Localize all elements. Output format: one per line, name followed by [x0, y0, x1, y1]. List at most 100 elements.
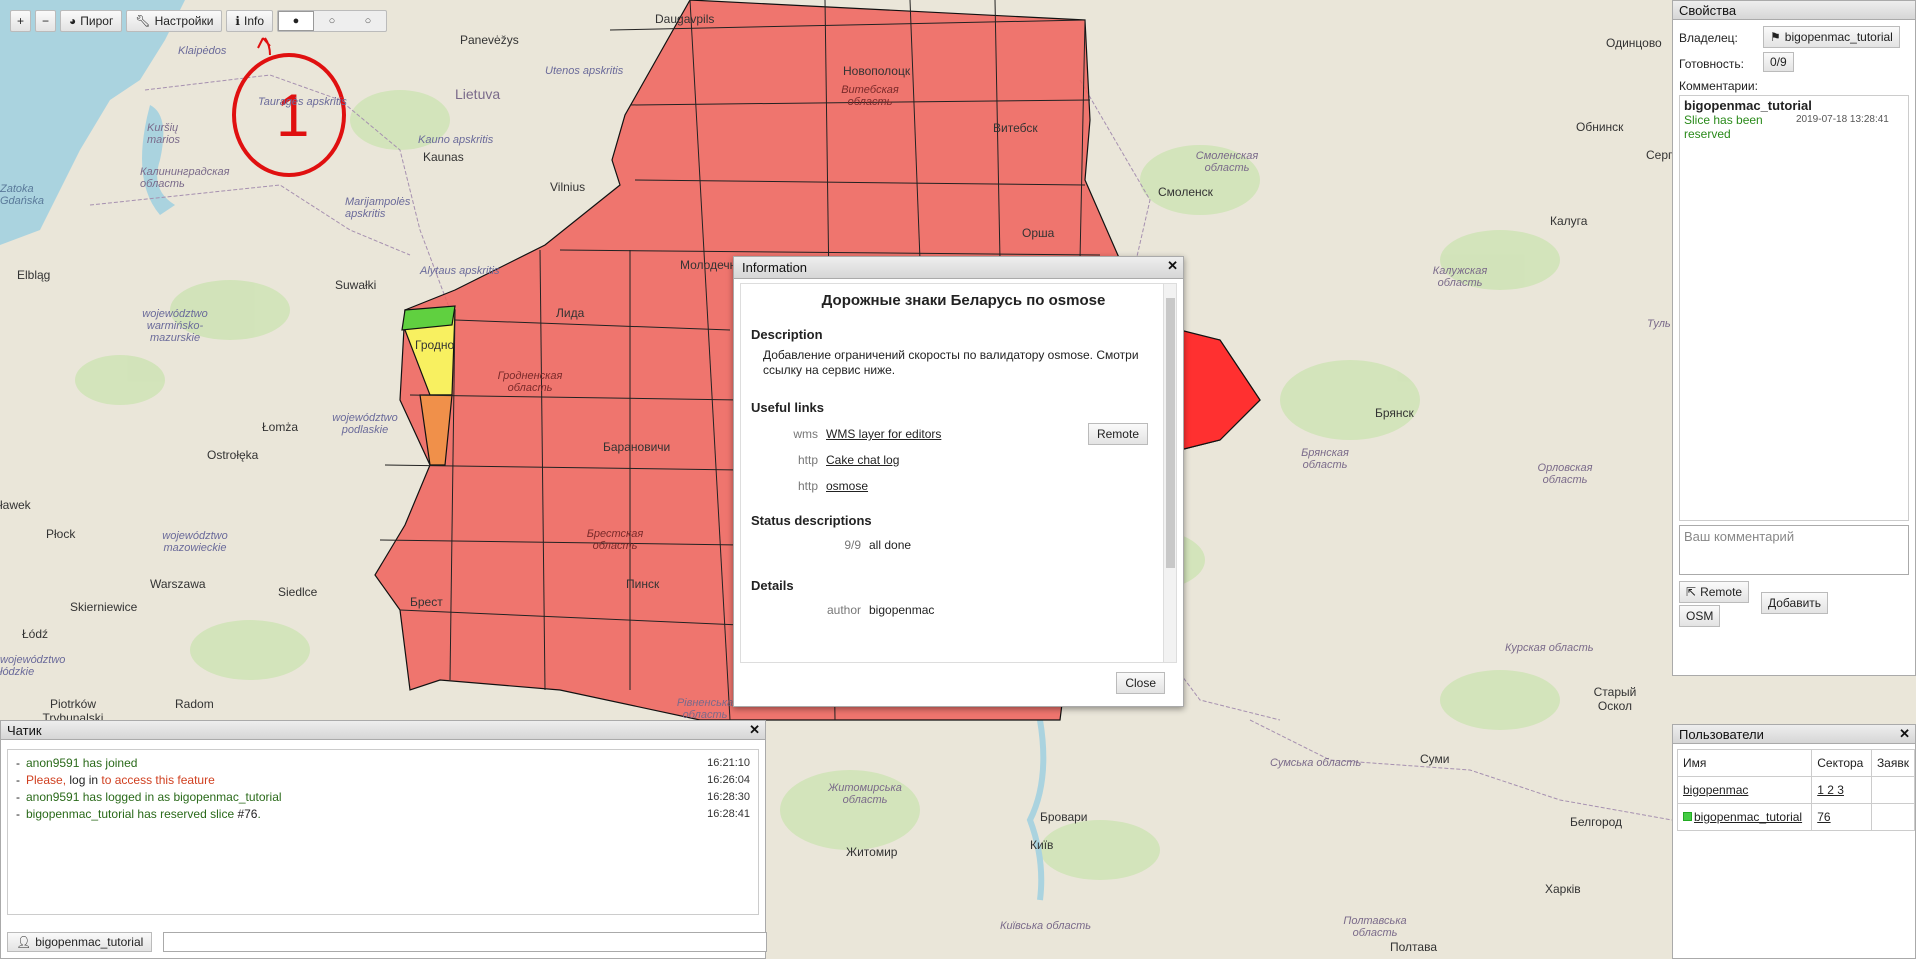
status-heading: Status descriptions: [751, 513, 872, 528]
map-label: Обнинск: [1576, 120, 1624, 134]
map-label: Калуга: [1550, 214, 1588, 228]
map-label: Łódź: [22, 627, 49, 641]
chat-log: - anon9591 has joined 16:21:10 - Please,…: [7, 749, 759, 915]
settings-button[interactable]: 🔧︎ Настройки: [126, 10, 223, 32]
map-label: Гродно: [415, 338, 455, 352]
chat-log-link[interactable]: Cake chat log: [826, 453, 899, 467]
user-link[interactable]: bigopenmac_tutorial: [1694, 810, 1802, 824]
zoom-out-button[interactable]: −: [35, 10, 57, 32]
link-row: wms WMS layer for editors Remote: [751, 421, 1176, 447]
column-header[interactable]: Сектора: [1811, 749, 1872, 777]
map-label: Витебская область: [841, 84, 899, 108]
remote-button[interactable]: ⇱ Remote: [1679, 581, 1750, 603]
dialog-scrollbar[interactable]: [1163, 284, 1176, 662]
remote-icon: ⇱: [1686, 585, 1697, 599]
link-protocol: wms: [793, 427, 818, 441]
login-link[interactable]: log in: [69, 773, 98, 787]
mode-option[interactable]: ○: [350, 11, 386, 31]
sectors-link[interactable]: 76: [1817, 810, 1830, 824]
chat-user-button[interactable]: 👤︎ bigopenmac_tutorial: [7, 932, 153, 952]
close-icon[interactable]: ✕: [1167, 258, 1178, 274]
progress-value: 0/9: [1763, 52, 1794, 72]
map-label: Брянская область: [1301, 447, 1349, 471]
progress-label: Готовность:: [1679, 57, 1744, 71]
mode-option[interactable]: ○: [314, 11, 350, 31]
dialog-body: Дорожные знаки Беларусь по osmose Descri…: [740, 283, 1177, 663]
users-table: Имя Сектора Заявк bigopenmac 1 2 3 bigop…: [1676, 749, 1916, 831]
details-heading: Details: [751, 578, 794, 593]
information-dialog: Information ✕ Дорожные знаки Беларусь по…: [733, 256, 1184, 707]
user-link[interactable]: bigopenmac: [1683, 783, 1748, 797]
map-label: województwo łódzkie: [0, 654, 66, 678]
chat-text: bigopenmac_tutorial has reserved slice #…: [26, 806, 261, 821]
map-label: Пинск: [626, 577, 660, 591]
sectors-link[interactable]: 1 2 3: [1817, 783, 1844, 797]
column-header[interactable]: Имя: [1676, 749, 1813, 777]
close-icon[interactable]: ✕: [749, 722, 760, 738]
chat-text: anon9591 has logged in as bigopenmac_tut…: [26, 789, 282, 804]
map-label: Alytaus apskritis: [420, 265, 500, 277]
link-row: http Cake chat log: [751, 447, 1176, 473]
map-label: Гродненская область: [497, 370, 563, 394]
chat-user-label: bigopenmac_tutorial: [35, 935, 144, 949]
info-button[interactable]: ℹ Info: [226, 10, 273, 32]
owner-button[interactable]: ⚑ bigopenmac_tutorial: [1763, 26, 1900, 48]
add-comment-button[interactable]: Добавить: [1761, 592, 1829, 614]
users-title: Пользователи: [1679, 727, 1764, 742]
map-label: Барановичи: [603, 440, 671, 454]
table-row: bigopenmac_tutorial 76: [1676, 803, 1916, 831]
close-button[interactable]: Close: [1116, 672, 1165, 694]
chat-timestamp: 16:28:41: [707, 807, 750, 820]
map-label: Kaunas: [423, 150, 464, 164]
user-icon: 👤︎: [16, 935, 32, 949]
map-label: Житомирська область: [828, 782, 902, 806]
close-icon[interactable]: ✕: [1899, 726, 1910, 742]
mode-selector: ● ○ ○: [277, 10, 387, 32]
comment-text: Slice has been reserved: [1684, 113, 1763, 141]
map-label: Vilnius: [550, 180, 586, 194]
owner-label: Владелец:: [1679, 31, 1738, 45]
map-label: Marijampolės apskritis: [345, 196, 411, 220]
description-heading: Description: [751, 327, 823, 342]
users-header[interactable]: Пользователи ✕: [1673, 725, 1915, 744]
map-label: województwo warmińsko-mazurskie: [142, 308, 208, 344]
details-key: author: [826, 603, 861, 617]
chat-header[interactable]: Чатик ✕: [1, 721, 765, 740]
column-header[interactable]: Заявк: [1870, 749, 1916, 777]
chat-text: anon9591 has joined: [26, 755, 138, 770]
map-label: Житомир: [846, 845, 898, 859]
map-label: Белгород: [1570, 815, 1623, 829]
map-label: Калужская область: [1432, 265, 1488, 289]
map-label: Ostrołęka: [207, 448, 259, 462]
map-label: Kauno apskritis: [418, 134, 494, 146]
zoom-in-button[interactable]: +: [10, 10, 32, 32]
map-label: Туль: [1647, 318, 1671, 330]
comment-author: bigopenmac_tutorial: [1684, 98, 1812, 113]
remote-button[interactable]: Remote: [1087, 423, 1148, 445]
map-label: województwo mazowieckie: [162, 530, 228, 554]
mode-option[interactable]: ●: [278, 11, 314, 31]
map-label: Suwałki: [335, 278, 377, 292]
chat-title: Чатик: [7, 723, 42, 738]
slice-link[interactable]: #76: [237, 807, 257, 821]
properties-title: Свойства: [1679, 3, 1737, 18]
pie-button[interactable]: ◕ Пирог: [60, 10, 123, 32]
osm-button[interactable]: OSM: [1679, 605, 1721, 627]
chat-input[interactable]: [163, 932, 767, 952]
pie-icon: ◕: [69, 14, 77, 28]
osmose-link[interactable]: osmose: [826, 479, 868, 493]
map-label: Zatoka Gdańska: [0, 183, 45, 207]
wms-link[interactable]: WMS layer for editors: [826, 427, 941, 441]
chat-message: - anon9591 has logged in as bigopenmac_t…: [16, 789, 750, 804]
map-label: Смоленск: [1158, 185, 1213, 199]
map-label: Київська область: [1000, 920, 1092, 932]
properties-header[interactable]: Свойства: [1673, 1, 1915, 20]
info-label: Info: [243, 14, 264, 28]
map-label: województwo podlaskie: [332, 412, 398, 436]
map-label: Lietuva: [455, 86, 501, 102]
map-label: Kuršių marios: [147, 122, 181, 146]
link-protocol: http: [797, 479, 818, 493]
comment-input[interactable]: Ваш комментарий: [1679, 525, 1909, 575]
chat-message: - Please, log in to access this feature …: [16, 772, 750, 787]
dialog-header[interactable]: Information ✕: [734, 257, 1183, 279]
